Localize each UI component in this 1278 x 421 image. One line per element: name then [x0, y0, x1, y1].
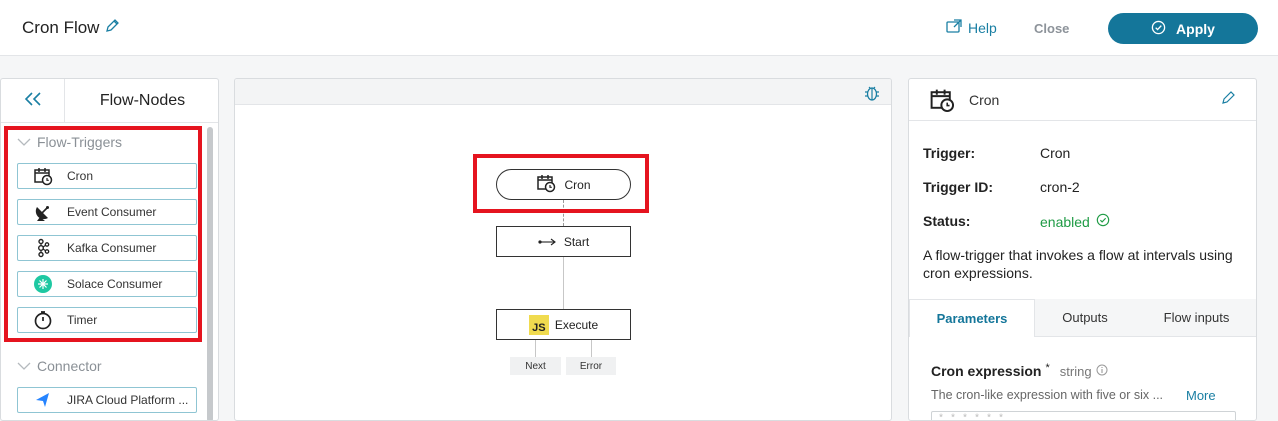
- node-item-jira[interactable]: JIRA Cloud Platform ...: [17, 387, 197, 413]
- edge-error: [591, 340, 592, 357]
- apply-button[interactable]: Apply: [1108, 13, 1258, 44]
- edge-start-execute: [563, 257, 564, 309]
- panel-title: Flow-Nodes: [99, 92, 186, 109]
- flow-title: Cron Flow: [22, 18, 100, 37]
- debug-bug-icon[interactable]: [864, 84, 880, 107]
- calendar-clock-icon: [929, 87, 955, 118]
- status-badge: enabled: [1040, 213, 1110, 230]
- canvas-toolbar: [235, 79, 891, 105]
- highlight-box-triggers: [4, 126, 202, 342]
- pencil-icon[interactable]: [104, 18, 122, 36]
- param-name: Cron expression: [931, 363, 1042, 379]
- arrow-both-icon: [538, 235, 556, 249]
- properties-tabs: Parameters Outputs Flow inputs: [909, 299, 1256, 337]
- flow-node-start[interactable]: Start: [496, 226, 631, 257]
- properties-title: Cron: [969, 92, 1000, 108]
- cron-expression-input[interactable]: * * * * * *: [931, 411, 1236, 420]
- flow-node-label: Execute: [554, 317, 599, 332]
- group-label: Connector: [37, 358, 102, 374]
- help-label: Help: [968, 19, 997, 36]
- tab-outputs[interactable]: Outputs: [1035, 299, 1135, 337]
- check-circle-icon: [1096, 213, 1110, 230]
- node-item-label: JIRA Cloud Platform ...: [67, 393, 189, 407]
- field-key: Trigger:: [923, 145, 976, 161]
- check-circle-icon: [1151, 20, 1166, 38]
- trigger-description: A flow-trigger that invokes a flow at in…: [923, 247, 1233, 281]
- flow-node-execute[interactable]: JS Execute: [496, 309, 631, 340]
- edge-next: [535, 340, 536, 357]
- help-link[interactable]: Help: [946, 19, 997, 36]
- jira-icon: [32, 390, 54, 410]
- info-icon[interactable]: [1096, 363, 1108, 379]
- chevron-down-icon: [17, 358, 31, 374]
- field-value: Cron: [1040, 145, 1071, 161]
- scrollbar[interactable]: [207, 127, 213, 420]
- apply-label: Apply: [1176, 20, 1215, 37]
- more-link[interactable]: More: [1186, 388, 1216, 403]
- properties-panel: Cron Trigger: Cron Trigger ID: cron-2 St…: [908, 78, 1257, 421]
- javascript-icon: JS: [528, 314, 549, 335]
- field-key: Status:: [923, 213, 971, 229]
- cron-expression-label: Cron expression * string: [931, 362, 1108, 379]
- flow-nodes-header: Flow-Nodes: [1, 79, 218, 123]
- output-error[interactable]: Error: [566, 357, 616, 375]
- pencil-icon[interactable]: [1220, 90, 1236, 111]
- field-key: Trigger ID:: [923, 179, 994, 195]
- tab-flow-inputs[interactable]: Flow inputs: [1135, 299, 1256, 337]
- flow-node-label: Start: [563, 234, 590, 249]
- param-type: string: [1059, 364, 1092, 379]
- output-next[interactable]: Next: [510, 357, 561, 375]
- field-value: cron-2: [1040, 179, 1080, 195]
- highlight-box-cron-node: [473, 154, 649, 213]
- param-help-text: The cron-like expression with five or si…: [931, 388, 1164, 402]
- external-help-icon: [946, 19, 962, 36]
- collapse-panel-button[interactable]: [1, 79, 65, 123]
- required-mark: *: [1045, 362, 1050, 374]
- double-chevron-left-icon: [23, 91, 43, 112]
- group-connector[interactable]: Connector: [17, 358, 102, 374]
- header-bar: Cron Flow Help Close Apply: [0, 0, 1278, 56]
- close-button[interactable]: Close: [1034, 21, 1069, 36]
- properties-header: Cron: [909, 79, 1256, 121]
- tab-parameters[interactable]: Parameters: [909, 299, 1035, 337]
- status-value: enabled: [1040, 213, 1090, 230]
